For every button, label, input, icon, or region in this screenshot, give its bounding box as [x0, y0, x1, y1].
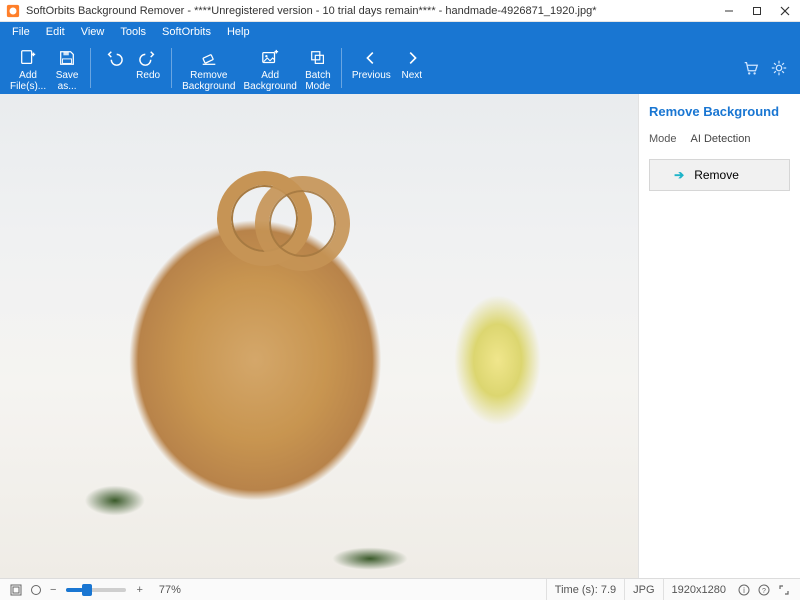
remove-bg-label: Remove Background: [182, 70, 235, 92]
add-files-button[interactable]: Add File(s)...: [6, 46, 50, 94]
eraser-icon: [200, 48, 218, 68]
previous-icon: [362, 48, 380, 68]
menubar: File Edit View Tools SoftOrbits Help: [0, 22, 800, 42]
svg-text:?: ?: [762, 588, 766, 595]
save-as-button[interactable]: Save as...: [50, 46, 84, 94]
redo-button[interactable]: Redo: [131, 46, 165, 83]
menu-help[interactable]: Help: [219, 24, 258, 40]
remove-background-button[interactable]: Remove Background: [178, 46, 239, 94]
mode-label: Mode: [649, 133, 677, 145]
toolbar-separator: [171, 48, 172, 88]
image-plus-icon: [261, 48, 279, 68]
actual-size-icon[interactable]: [26, 584, 46, 596]
next-button[interactable]: Next: [395, 46, 429, 83]
zoom-out-button[interactable]: −: [46, 584, 60, 596]
time-value: 7.9: [601, 584, 616, 596]
window-title: SoftOrbits Background Remover - ****Unre…: [26, 5, 724, 17]
menu-view[interactable]: View: [73, 24, 113, 40]
remove-button-label: Remove: [694, 168, 739, 182]
toolbar: Add File(s)... Save as... Redo: [0, 42, 800, 94]
redo-label: Redo: [136, 70, 160, 81]
redo-icon: [139, 48, 157, 68]
side-panel: Remove Background Mode AI Detection ➔ Re…: [638, 94, 800, 578]
remove-button[interactable]: ➔ Remove: [649, 159, 790, 191]
panel-title: Remove Background: [649, 104, 790, 119]
menu-edit[interactable]: Edit: [38, 24, 73, 40]
batch-icon: [309, 48, 327, 68]
add-files-label: Add File(s)...: [10, 70, 46, 92]
next-label: Next: [401, 70, 422, 81]
mode-value[interactable]: AI Detection: [691, 133, 751, 145]
info-icon[interactable]: i: [734, 584, 754, 596]
undo-icon: [105, 48, 123, 68]
zoom-percent: 77%: [159, 584, 181, 596]
help-icon[interactable]: ?: [754, 584, 774, 596]
dimensions-value: 1920x1280: [663, 579, 734, 600]
workspace: Remove Background Mode AI Detection ➔ Re…: [0, 94, 800, 578]
plus-file-icon: [19, 48, 37, 68]
batch-mode-button[interactable]: Batch Mode: [301, 46, 335, 94]
minimize-button[interactable]: [724, 6, 738, 16]
format-value: JPG: [624, 579, 662, 600]
add-bg-label: Add Background: [243, 70, 296, 92]
zoom-in-button[interactable]: +: [132, 584, 146, 596]
loaded-image: [0, 94, 638, 578]
save-icon: [58, 48, 76, 68]
window-titlebar: SoftOrbits Background Remover - ****Unre…: [0, 0, 800, 22]
toolbar-separator: [90, 48, 91, 88]
menu-softorbits[interactable]: SoftOrbits: [154, 24, 219, 40]
menu-file[interactable]: File: [4, 24, 38, 40]
statusbar: − + 77% Time (s): 7.9 JPG 1920x1280 i ?: [0, 578, 800, 600]
batch-label: Batch Mode: [305, 70, 331, 92]
cart-icon[interactable]: [742, 59, 760, 77]
close-button[interactable]: [780, 6, 794, 16]
app-icon: [6, 4, 20, 18]
next-icon: [403, 48, 421, 68]
toolbar-separator: [341, 48, 342, 88]
arrow-right-icon: ➔: [674, 168, 684, 182]
previous-button[interactable]: Previous: [348, 46, 395, 83]
zoom-slider[interactable]: [66, 588, 126, 592]
add-background-button[interactable]: Add Background: [239, 46, 300, 94]
undo-button[interactable]: [97, 46, 131, 72]
time-label: Time (s):: [555, 584, 598, 596]
previous-label: Previous: [352, 70, 391, 81]
fit-screen-icon[interactable]: [6, 584, 26, 596]
menu-tools[interactable]: Tools: [112, 24, 154, 40]
settings-icon[interactable]: [770, 59, 788, 77]
svg-text:i: i: [743, 586, 745, 595]
canvas[interactable]: [0, 94, 638, 578]
expand-icon[interactable]: [774, 584, 794, 596]
maximize-button[interactable]: [752, 6, 766, 16]
save-as-label: Save as...: [56, 70, 79, 92]
